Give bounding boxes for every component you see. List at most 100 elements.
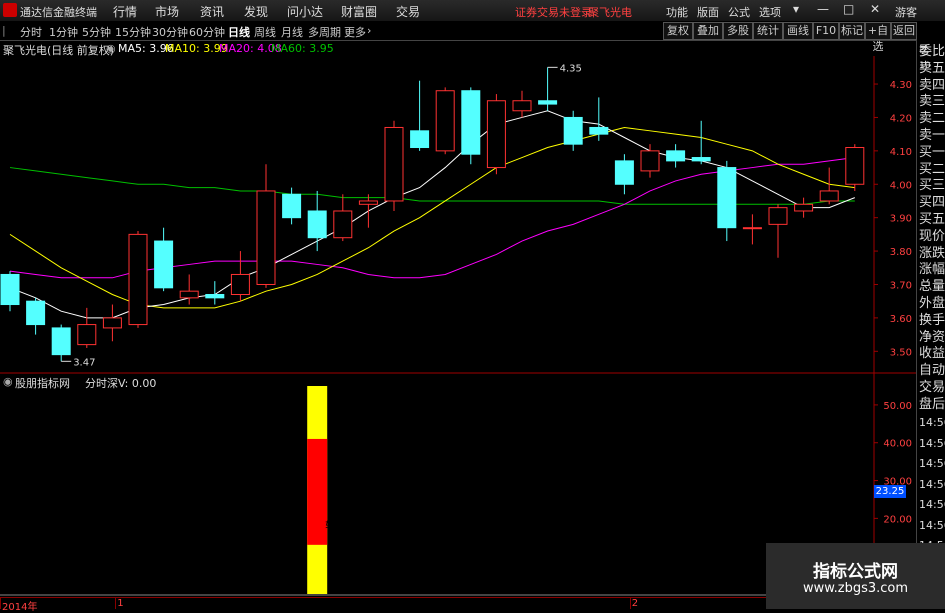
quote-row-label: 买三 [919, 178, 945, 194]
tab-daily[interactable]: 日线 [228, 24, 250, 40]
menu-options[interactable]: 选项 [759, 4, 781, 20]
tab-5min[interactable]: 5分钟 [82, 24, 111, 40]
quote-row-label: 委比 [919, 44, 945, 59]
candle-body [410, 130, 430, 149]
quote-row-label: 交易 [919, 380, 945, 395]
menu-discover[interactable]: 发现 [244, 3, 268, 20]
multi-stock-button[interactable]: 多股 [723, 22, 753, 40]
quote-row-label: 卖一 [919, 128, 945, 143]
quote-row-label: 买五 [919, 212, 945, 227]
menu-trade[interactable]: 交易 [396, 3, 420, 20]
window-menu-icon[interactable]: ▾ [793, 2, 799, 16]
tab-15min[interactable]: 15分钟 [115, 24, 151, 40]
more-arrow-icon[interactable]: › [367, 24, 371, 37]
back-button[interactable]: 返回 [891, 22, 917, 40]
menu-wealth[interactable]: 财富圈 [341, 3, 377, 20]
quote-row-label: 涨幅 [919, 262, 945, 278]
quote-row-label: 卖三 [919, 94, 945, 110]
indicator-gear-icon[interactable]: ◉ [3, 375, 13, 388]
candle-body [794, 203, 814, 212]
quote-row-label: 卖四 [919, 77, 945, 93]
site-watermark: 指标公式网 www.zbgs3.com [766, 543, 945, 609]
candle-body [77, 324, 97, 346]
quote-row-label: 卖二 [919, 111, 945, 127]
menu-ask[interactable]: 问小达 [287, 3, 323, 20]
add-watchlist-button[interactable]: +自选 [865, 22, 891, 53]
maximize-icon[interactable]: □ [843, 2, 854, 16]
tab-intraday[interactable]: 分时 [20, 24, 42, 40]
price-tick-label: 4.30 [890, 80, 912, 91]
candle-body [640, 150, 660, 172]
tab-more[interactable]: 更多 [344, 24, 366, 40]
trade-time: 14:56 [919, 518, 945, 532]
menu-market[interactable]: 市场 [155, 3, 179, 20]
adjust-button[interactable]: 复权 [663, 22, 693, 40]
price-tick-label: 4.10 [890, 147, 912, 158]
candle-body [742, 227, 762, 230]
quote-row-label: 买一 [919, 144, 945, 160]
time-axis-tick [115, 598, 117, 609]
quote-row-label: 净资 [919, 329, 945, 345]
tab-30min[interactable]: 30分钟 [152, 24, 188, 40]
menu-formula[interactable]: 公式 [728, 4, 750, 20]
quote-side-panel: 昆 10 委比 卖五 卖四 卖三 卖二 卖一 买一 买二 买三 买四 买五 现价 涨跌 涨幅 总量 外盘 换手 净资… [916, 40, 945, 608]
quote-row-label[interactable]: 自动 [919, 363, 945, 379]
ma60-label: MA60: 3.95 [271, 42, 334, 55]
candle-body [538, 100, 558, 105]
tab-monthly[interactable]: 月线 [281, 24, 303, 40]
candle-body [666, 150, 686, 162]
candle-body [717, 167, 737, 229]
f10-button[interactable]: F10 [813, 22, 839, 40]
candle-body [589, 126, 609, 135]
candle-body [333, 210, 353, 239]
user-label[interactable]: 游客 [895, 4, 917, 20]
watermark-url: www.zbgs3.com [802, 581, 909, 596]
indicator-bar-red [307, 438, 328, 545]
candle-body [128, 233, 148, 326]
candle-body [205, 294, 225, 299]
indicator-tick-label: 50.00 [883, 401, 912, 412]
close-icon[interactable]: ✕ [870, 2, 880, 16]
price-tick-label: 4.20 [890, 113, 912, 124]
quote-row-label: 买二 [919, 161, 945, 177]
tab-weekly[interactable]: 周线 [254, 24, 276, 40]
menu-layout[interactable]: 版面 [697, 4, 719, 20]
draw-line-button[interactable]: 画线 [783, 22, 813, 40]
price-tick-label: 4.00 [890, 180, 912, 191]
statistics-button[interactable]: 统计 [753, 22, 783, 40]
mark-button[interactable]: 标记 [839, 22, 865, 40]
tab-60min[interactable]: 60分钟 [189, 24, 225, 40]
stock-name: 聚飞光电 [588, 6, 632, 19]
indicator-tick-label: 20.00 [883, 514, 912, 525]
watermark-title: 指标公式网 [813, 562, 898, 582]
bar-label-bottom: 转 [325, 519, 335, 532]
settings-gear-icon[interactable]: ◉ [106, 42, 116, 55]
time-axis-label: 2 [631, 598, 639, 609]
indicator-title: 股朋指标网 [15, 377, 70, 390]
menu-quotes[interactable]: 行情 [113, 3, 137, 20]
time-axis-tick [629, 598, 631, 609]
candle-body [486, 100, 506, 169]
candle-body [0, 273, 20, 306]
minimize-icon[interactable]: — [817, 2, 829, 16]
trade-time: 14:56 [919, 457, 945, 470]
trade-time: 14:56 [919, 477, 945, 491]
tab-1min[interactable]: 1分钟 [49, 24, 78, 40]
indicator-tick-label: 40.00 [883, 439, 912, 450]
trade-login-status[interactable]: 证券交易未登录 [515, 4, 592, 20]
price-tick-label: 3.50 [890, 347, 912, 358]
menu-function[interactable]: 功能 [666, 4, 688, 20]
menu-news[interactable]: 资讯 [200, 3, 224, 20]
candle-body [845, 147, 865, 185]
price-tick-label: 3.80 [890, 247, 912, 258]
candle-body [358, 200, 378, 205]
tab-multi-period[interactable]: 多周期 [308, 24, 341, 40]
quote-row-label: 盘后 [919, 396, 945, 412]
candle-body [563, 116, 583, 145]
candle-body [614, 160, 634, 185]
toolbar-grip-icon: | [2, 24, 6, 37]
quote-row-label: 卖五 [919, 60, 945, 76]
candlestick-chart[interactable]: 4.30 4.20 4.10 4.00 3.90 3.80 3.70 3.60 3.50 50.0… [0, 56, 916, 597]
candle-body [461, 90, 481, 155]
overlay-button[interactable]: 叠加 [693, 22, 723, 40]
